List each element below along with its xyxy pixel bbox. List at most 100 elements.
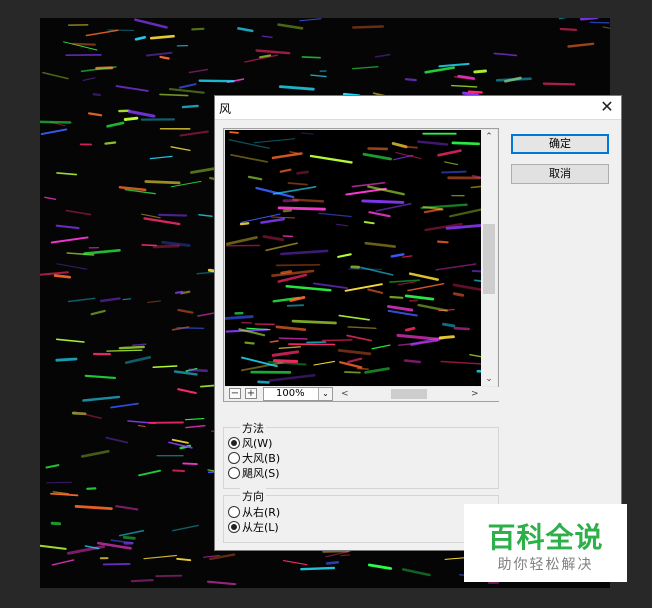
light-streak	[188, 368, 208, 373]
direction-option-from-right[interactable]: 从右(R)	[228, 505, 280, 519]
light-streak	[143, 217, 181, 226]
scroll-up-icon[interactable]: ⌃	[481, 130, 497, 144]
light-streak	[143, 554, 177, 560]
preview-vertical-scrollbar[interactable]: ⌃ ⌄	[481, 130, 497, 386]
light-streak	[325, 560, 340, 565]
watermark-logo: 百科全说 助你轻松解决	[464, 504, 627, 582]
light-streak	[277, 23, 304, 30]
dialog-title: 风	[219, 102, 232, 116]
radio-button[interactable]	[228, 452, 240, 464]
light-streak	[172, 469, 186, 473]
light-streak	[102, 562, 131, 566]
light-streak	[171, 524, 199, 532]
light-streak	[104, 141, 117, 145]
light-streak	[309, 154, 353, 164]
direction-option-label: 从右(R)	[242, 506, 281, 519]
light-streak	[321, 339, 353, 342]
light-streak	[374, 53, 391, 58]
light-streak	[495, 77, 532, 82]
light-streak	[149, 34, 175, 40]
light-streak	[40, 120, 72, 124]
scroll-left-icon[interactable]: <	[341, 387, 349, 401]
radio-button-checked[interactable]	[228, 521, 240, 533]
light-streak	[107, 29, 135, 31]
vertical-scroll-thumb[interactable]	[483, 224, 495, 294]
light-streak	[347, 326, 377, 330]
light-streak	[310, 74, 327, 78]
photoshop-workspace: 风 ✕ ⌃ ⌄ − + 100% ⌄ < > 确定 取消 方法 风(W) 大风(…	[0, 0, 652, 608]
light-streak	[50, 521, 62, 526]
light-streak	[375, 202, 412, 212]
light-streak	[451, 141, 480, 146]
light-streak	[408, 272, 439, 281]
light-streak	[279, 249, 329, 256]
light-streak	[173, 370, 198, 376]
light-streak	[182, 462, 198, 466]
light-streak	[417, 303, 448, 312]
light-streak	[118, 345, 145, 350]
method-option-wind[interactable]: 风(W)	[228, 436, 272, 450]
light-streak	[424, 66, 456, 74]
light-streak	[286, 304, 305, 307]
light-streak	[83, 249, 121, 255]
light-streak	[469, 353, 481, 358]
light-streak	[46, 481, 73, 484]
light-streak	[271, 350, 300, 357]
preview-panel: ⌃ ⌄ − + 100% ⌄ < >	[223, 128, 499, 402]
light-streak	[567, 42, 595, 48]
direction-option-from-left[interactable]: 从左(L)	[228, 520, 279, 534]
zoom-level-value: 100%	[276, 388, 305, 399]
light-streak	[244, 341, 255, 345]
horizontal-scroll-thumb[interactable]	[391, 389, 427, 399]
light-streak	[269, 340, 279, 343]
light-streak	[176, 327, 205, 330]
scroll-right-icon[interactable]: >	[471, 387, 479, 401]
radio-button[interactable]	[228, 467, 240, 479]
light-streak	[122, 535, 136, 540]
light-streak	[55, 357, 78, 362]
light-streak	[558, 18, 568, 20]
light-streak	[159, 93, 189, 97]
light-streak	[275, 325, 307, 332]
light-streak	[110, 402, 139, 409]
light-streak	[451, 84, 478, 88]
scroll-down-icon[interactable]: ⌄	[481, 372, 497, 386]
radio-button[interactable]	[228, 506, 240, 518]
dialog-titlebar[interactable]: 风 ✕	[215, 96, 621, 120]
light-streak	[395, 151, 422, 160]
light-streak	[265, 242, 298, 252]
light-streak	[185, 424, 206, 429]
filter-preview-image[interactable]	[225, 130, 481, 386]
method-option-stagger[interactable]: 飓风(S)	[228, 466, 280, 480]
cancel-button[interactable]: 取消	[511, 164, 609, 184]
light-streak	[437, 149, 462, 157]
light-streak	[471, 270, 481, 273]
method-option-blast[interactable]: 大风(B)	[228, 451, 280, 465]
chevron-down-icon[interactable]: ⌄	[318, 388, 332, 400]
radio-button-checked[interactable]	[228, 437, 240, 449]
light-streak	[356, 367, 369, 370]
watermark-subtitle: 助你轻松解决	[497, 557, 594, 573]
light-streak	[361, 199, 405, 204]
light-streak	[368, 211, 391, 218]
light-streak	[367, 563, 393, 570]
zoom-out-button[interactable]: −	[229, 388, 241, 399]
light-streak	[470, 185, 481, 189]
light-streak	[438, 62, 470, 68]
light-streak	[580, 18, 599, 21]
method-group-label: 方法	[240, 420, 266, 436]
light-streak	[285, 284, 332, 292]
light-streak	[261, 35, 273, 38]
ok-button[interactable]: 确定	[511, 134, 609, 154]
light-streak	[170, 146, 191, 152]
light-streak	[275, 263, 321, 267]
zoom-level-select[interactable]: 100% ⌄	[263, 387, 333, 401]
light-streak	[152, 365, 178, 369]
close-icon[interactable]: ✕	[593, 96, 621, 120]
light-streak	[449, 208, 481, 218]
zoom-in-button[interactable]: +	[245, 388, 257, 399]
light-streak	[175, 290, 184, 294]
light-streak	[82, 77, 96, 82]
light-streak	[337, 253, 352, 258]
light-streak	[181, 104, 199, 109]
